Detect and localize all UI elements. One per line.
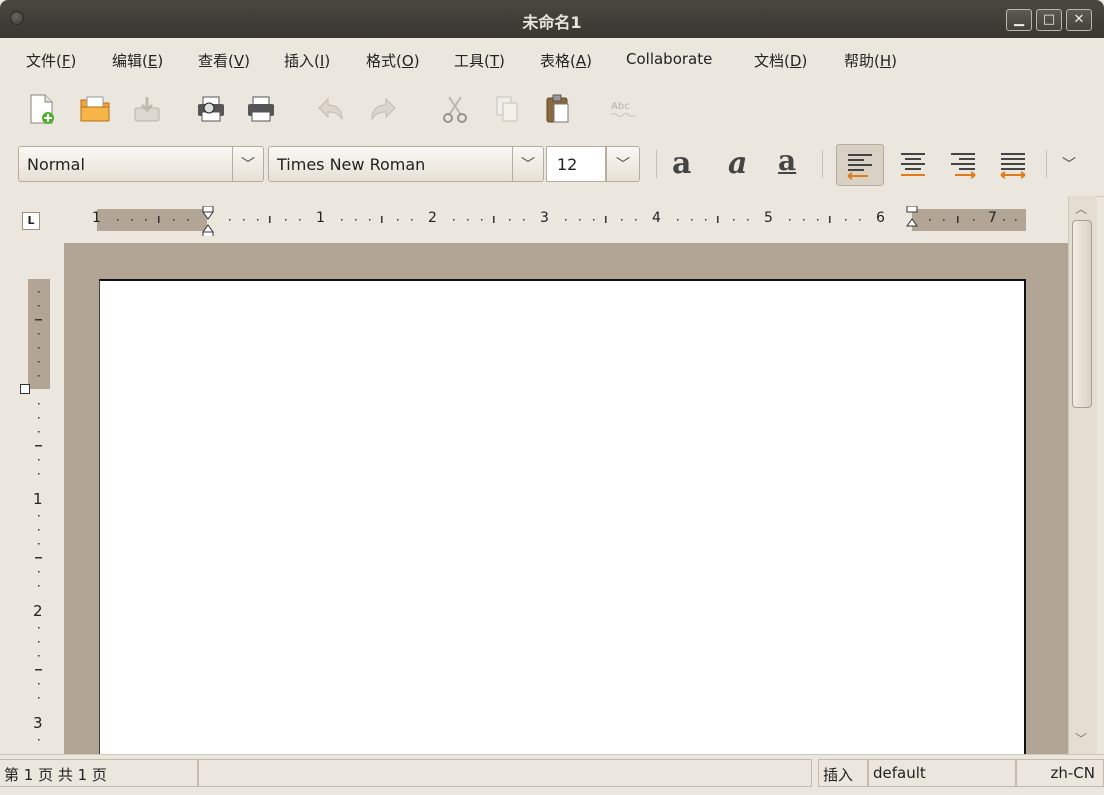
- document-page[interactable]: [99, 279, 1026, 754]
- align-center-icon: [901, 153, 925, 176]
- scroll-up-icon[interactable]: ︿: [1075, 200, 1087, 217]
- minimize-button[interactable]: ▁: [1006, 9, 1032, 31]
- left-indent-marker: [202, 206, 214, 236]
- vruler-label: 1: [33, 490, 43, 508]
- italic-button[interactable]: a: [728, 146, 747, 181]
- vruler-label: 3: [33, 714, 43, 732]
- paste-icon[interactable]: [538, 90, 576, 128]
- tab-type-selector[interactable]: L: [22, 212, 40, 230]
- scrollbar-thumb[interactable]: [1072, 220, 1092, 408]
- status-spacer: [198, 759, 812, 787]
- menu-table[interactable]: 表格(A): [540, 50, 592, 71]
- ruler-label: 4: [652, 210, 661, 226]
- save-icon[interactable]: [128, 90, 166, 128]
- maximize-button[interactable]: □: [1036, 9, 1062, 31]
- align-right-icon: [951, 153, 976, 179]
- copy-icon[interactable]: [488, 90, 526, 128]
- align-left-icon: [847, 154, 872, 180]
- chevron-down-icon[interactable]: ﹀: [607, 147, 639, 181]
- ruler-label: 1: [92, 210, 101, 226]
- spellcheck-icon[interactable]: Abc: [604, 90, 642, 128]
- insert-mode[interactable]: 插入: [818, 759, 868, 787]
- menu-file[interactable]: 文件(F): [26, 50, 76, 71]
- menu-collaborate[interactable]: Collaborate: [626, 50, 712, 68]
- title-bar: 未命名1 ▁ □ ✕: [0, 0, 1104, 38]
- paragraph-style-combo[interactable]: Normal ﹀: [18, 146, 264, 182]
- status-bar: 第 1 页 共 1 页 插入 default zh-CN: [0, 754, 1104, 795]
- ruler-label: 5: [764, 210, 773, 226]
- close-button[interactable]: ✕: [1066, 9, 1092, 31]
- svg-text:Abc: Abc: [611, 101, 630, 112]
- align-center-button[interactable]: [890, 144, 936, 184]
- font-size-dropdown[interactable]: ﹀: [606, 146, 640, 182]
- justify-button[interactable]: [990, 144, 1036, 184]
- redo-icon[interactable]: [364, 90, 402, 128]
- menu-help[interactable]: 帮助(H): [844, 50, 897, 71]
- window-title: 未命名1: [522, 13, 582, 32]
- format-toolbar: Normal ﹀ Times New Roman ﹀ 12 ﹀ a a a ﹀: [0, 138, 1104, 197]
- language[interactable]: zh-CN: [1016, 759, 1104, 787]
- menu-tools[interactable]: 工具(T): [454, 50, 505, 71]
- chevron-down-icon[interactable]: ﹀: [232, 147, 263, 181]
- ruler-label: 2: [428, 210, 437, 226]
- align-right-button[interactable]: [940, 144, 986, 184]
- open-folder-icon[interactable]: [76, 90, 114, 128]
- menu-view[interactable]: 查看(V): [198, 50, 250, 71]
- scroll-down-icon[interactable]: ﹀: [1075, 730, 1087, 747]
- menu-insert[interactable]: 插入(I): [284, 50, 330, 71]
- menu-document[interactable]: 文档(D): [754, 50, 807, 71]
- font-size-input[interactable]: 12: [546, 146, 606, 182]
- page-style[interactable]: default: [868, 759, 1016, 787]
- print-icon[interactable]: [242, 90, 280, 128]
- cut-icon[interactable]: [436, 90, 474, 128]
- align-left-button[interactable]: [836, 144, 884, 186]
- paragraph-style-value: Normal: [27, 155, 85, 174]
- font-name-value: Times New Roman: [277, 155, 426, 174]
- undo-icon[interactable]: [312, 90, 350, 128]
- top-margin-marker[interactable]: [20, 384, 30, 394]
- print-preview-icon[interactable]: [192, 90, 230, 128]
- toolbar-overflow-icon[interactable]: ﹀: [1062, 154, 1076, 174]
- ruler-label: 7: [988, 210, 997, 226]
- new-document-icon[interactable]: [22, 90, 60, 128]
- standard-toolbar: Abc 页宽 ﹀: [0, 80, 1104, 207]
- ruler-label: 1: [316, 210, 325, 226]
- horizontal-ruler[interactable]: [97, 206, 1027, 236]
- vertical-ruler-ticks: [35, 291, 42, 741]
- menu-bar: 文件(F) 编辑(E) 查看(V) 插入(I) 格式(O) 工具(T) 表格(A…: [0, 38, 1104, 81]
- vruler-label: 2: [33, 602, 43, 620]
- vertical-scrollbar[interactable]: ︿ ﹀: [1068, 196, 1097, 754]
- menu-format[interactable]: 格式(O): [366, 50, 420, 71]
- main-window: 未命名1 ▁ □ ✕ 文件(F) 编辑(E) 查看(V) 插入(I) 格式(O)…: [0, 0, 1104, 795]
- menu-edit[interactable]: 编辑(E): [112, 50, 163, 71]
- chevron-down-icon[interactable]: ﹀: [512, 147, 543, 181]
- ruler-label: 6: [876, 210, 885, 226]
- right-indent-marker: [906, 206, 918, 227]
- page-count: 第 1 页 共 1 页: [0, 759, 198, 787]
- ruler-label: 3: [540, 210, 549, 226]
- bold-button[interactable]: a: [672, 146, 691, 181]
- font-name-combo[interactable]: Times New Roman ﹀: [268, 146, 544, 182]
- justify-icon: [1000, 153, 1026, 179]
- underline-button[interactable]: a: [778, 144, 796, 177]
